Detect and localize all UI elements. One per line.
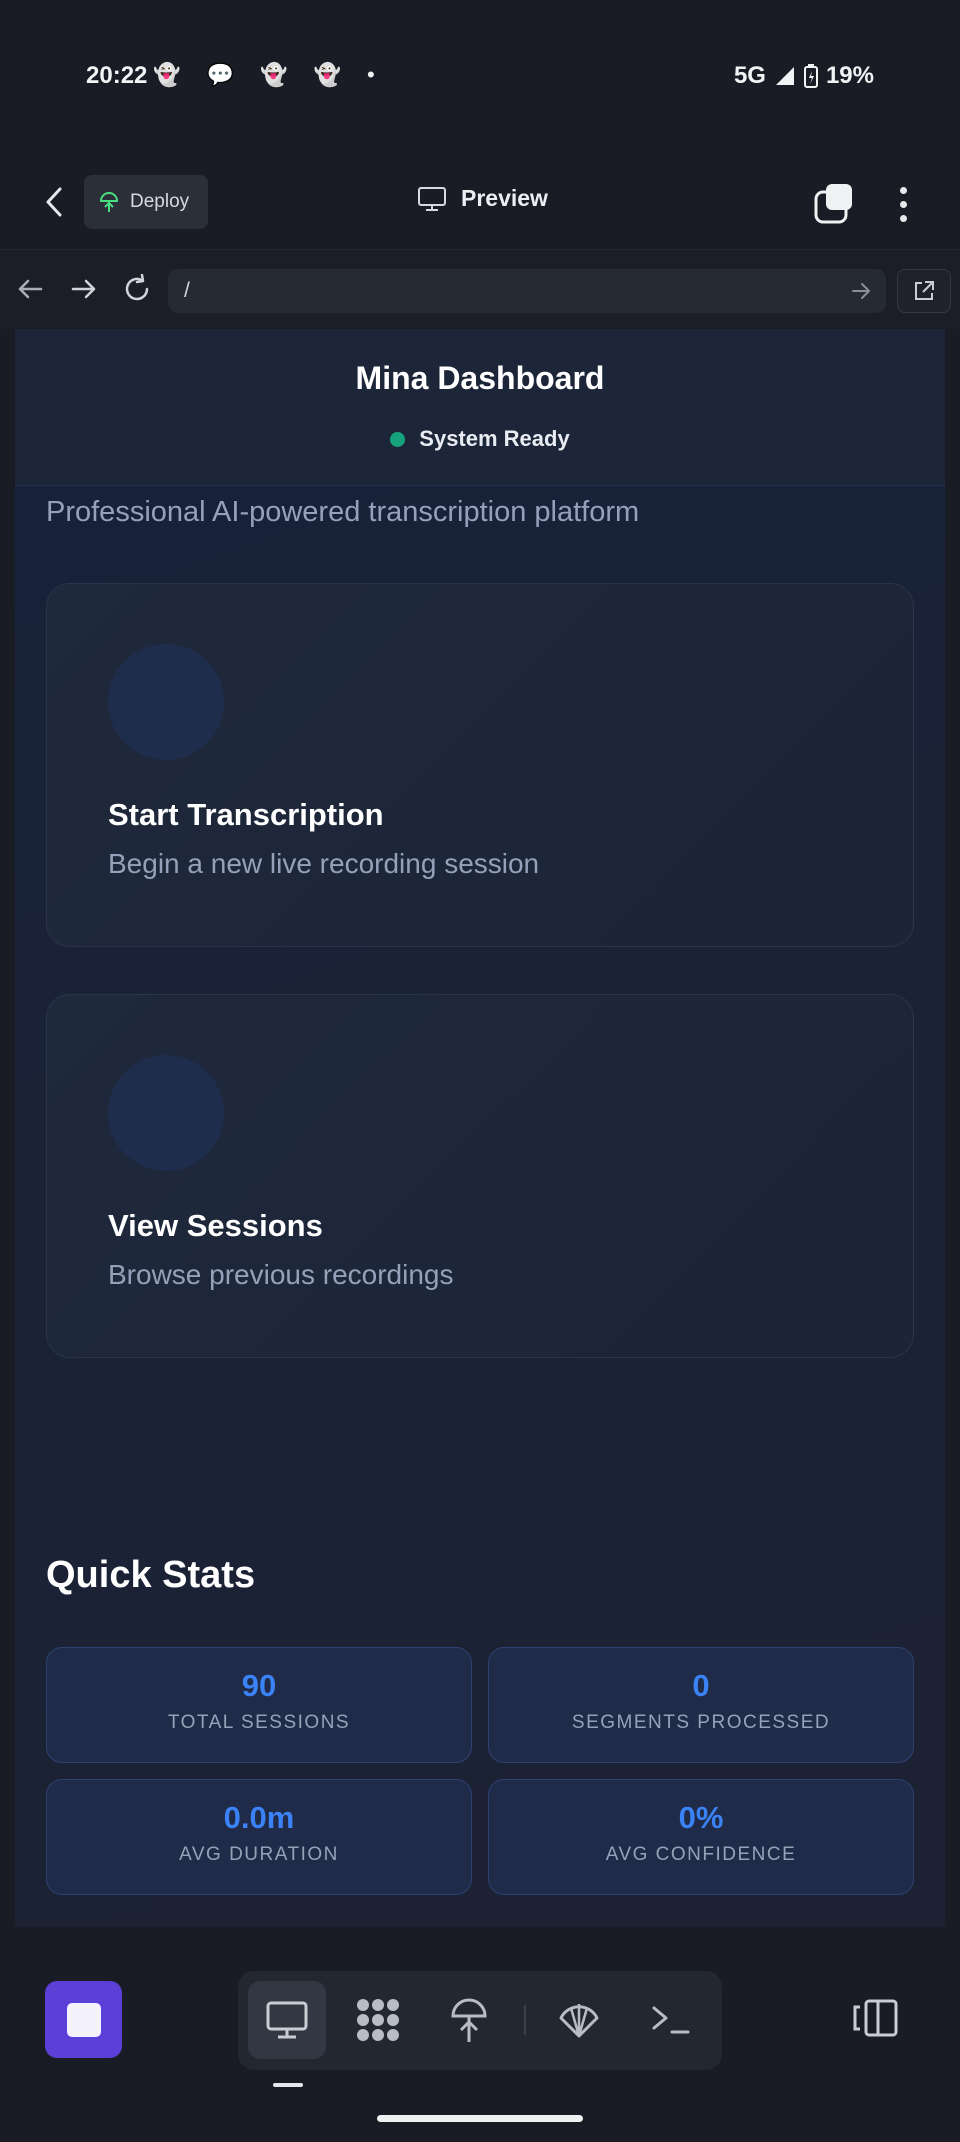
card-title: View Sessions (108, 1208, 323, 1243)
stat-total-sessions: 90 TOTAL SESSIONS (46, 1647, 472, 1763)
stop-icon (66, 2002, 101, 2037)
stat-avg-duration: 0.0m AVG DURATION (46, 1779, 472, 1895)
page-title: Mina Dashboard (355, 360, 605, 396)
status-dot-icon (390, 431, 406, 447)
deploy-button[interactable]: Deploy (84, 175, 208, 229)
reload-icon (125, 274, 149, 301)
side-panel-icon (853, 1999, 898, 2037)
battery-icon (803, 64, 818, 88)
tool-separator (524, 2005, 526, 2035)
card-icon-placeholder (108, 1055, 224, 1171)
more-menu-button[interactable] (888, 182, 918, 226)
signal-icon (775, 67, 794, 85)
shell-icon (559, 2004, 599, 2038)
url-text: / (184, 279, 190, 302)
stat-value: 0% (678, 1800, 724, 1835)
panel-toggle-button[interactable] (850, 1993, 900, 2043)
desktop-icon (266, 2001, 308, 2039)
status-indicators: 5G 19% (734, 62, 874, 90)
back-button[interactable] (34, 180, 74, 224)
monitor-icon (418, 186, 446, 211)
dot-icon (899, 214, 907, 222)
stat-label: TOTAL SESSIONS (167, 1712, 351, 1733)
status-time: 20:22 (86, 62, 148, 89)
stat-value: 0.0m (223, 1800, 295, 1835)
tool-apps[interactable] (339, 1981, 417, 2059)
status-text: System Ready (419, 426, 570, 451)
stat-label: SEGMENTS PROCESSED (571, 1712, 831, 1733)
notification-icons: 👻 💬 👻 👻 • (153, 62, 385, 87)
bottom-toolbar (0, 1943, 960, 2142)
tool-switcher (238, 1971, 722, 2070)
tool-desktop[interactable] (248, 1981, 326, 2059)
network-label: 5G (733, 62, 766, 89)
external-link-icon (915, 281, 934, 300)
url-input[interactable]: / (168, 269, 886, 313)
dot-icon (899, 200, 907, 208)
quick-stats-heading: Quick Stats (46, 1554, 256, 1596)
home-indicator[interactable] (377, 2115, 583, 2122)
card-title: Start Transcription (108, 797, 384, 832)
deploy-icon (99, 192, 119, 212)
deploy-label: Deploy (130, 191, 190, 212)
arrow-right-icon (71, 279, 96, 299)
reload-button[interactable] (119, 271, 155, 307)
quick-stats-grid: 90 TOTAL SESSIONS 0 SEGMENTS PROCESSED 0… (46, 1647, 914, 1895)
stat-avg-confidence: 0% AVG CONFIDENCE (488, 1779, 914, 1895)
app-header: Deploy Preview (0, 160, 960, 250)
tool-deploy[interactable] (430, 1981, 508, 2059)
system-status-bar: 20:22 👻 💬 👻 👻 • 5G 19% (0, 0, 960, 155)
card-icon-placeholder (108, 644, 224, 760)
card-description: Begin a new live recording session (108, 848, 540, 879)
stop-button[interactable] (45, 1981, 122, 2058)
preview-webview: Mina Dashboard System Ready Professional… (15, 329, 945, 1927)
tool-terminal[interactable] (631, 1981, 709, 2059)
preview-title: Preview (417, 185, 548, 212)
tabs-icon (814, 184, 852, 224)
card-description: Browse previous recordings (108, 1259, 454, 1290)
nav-back-button[interactable] (12, 271, 48, 307)
deploy-icon (451, 1998, 487, 2042)
dashboard-header: Mina Dashboard System Ready (15, 329, 945, 486)
battery-level: 19% (825, 62, 874, 89)
stat-segments-processed: 0 SEGMENTS PROCESSED (488, 1647, 914, 1763)
tool-shell[interactable] (540, 1981, 618, 2059)
url-toolbar: / (0, 251, 960, 329)
nav-forward-button[interactable] (66, 271, 102, 307)
system-status: System Ready (15, 426, 945, 452)
terminal-icon (652, 2006, 690, 2034)
stat-value: 0 (692, 1668, 710, 1703)
page-tagline: Professional AI-powered transcription pl… (46, 496, 640, 528)
apps-grid-icon (357, 1999, 399, 2041)
tabs-button[interactable] (812, 182, 856, 226)
dot-icon (899, 186, 907, 194)
preview-label: Preview (461, 185, 548, 211)
stat-label: AVG CONFIDENCE (605, 1844, 797, 1865)
chevron-left-icon (46, 187, 62, 217)
stat-value: 90 (241, 1668, 277, 1703)
view-sessions-card[interactable]: View Sessions Browse previous recordings (46, 994, 914, 1358)
start-transcription-card[interactable]: Start Transcription Begin a new live rec… (46, 583, 914, 947)
active-tool-indicator (273, 2083, 303, 2087)
arrow-left-icon (18, 279, 43, 299)
go-arrow-icon[interactable] (850, 280, 872, 302)
stat-label: AVG DURATION (179, 1844, 339, 1865)
open-external-button[interactable] (897, 269, 951, 313)
